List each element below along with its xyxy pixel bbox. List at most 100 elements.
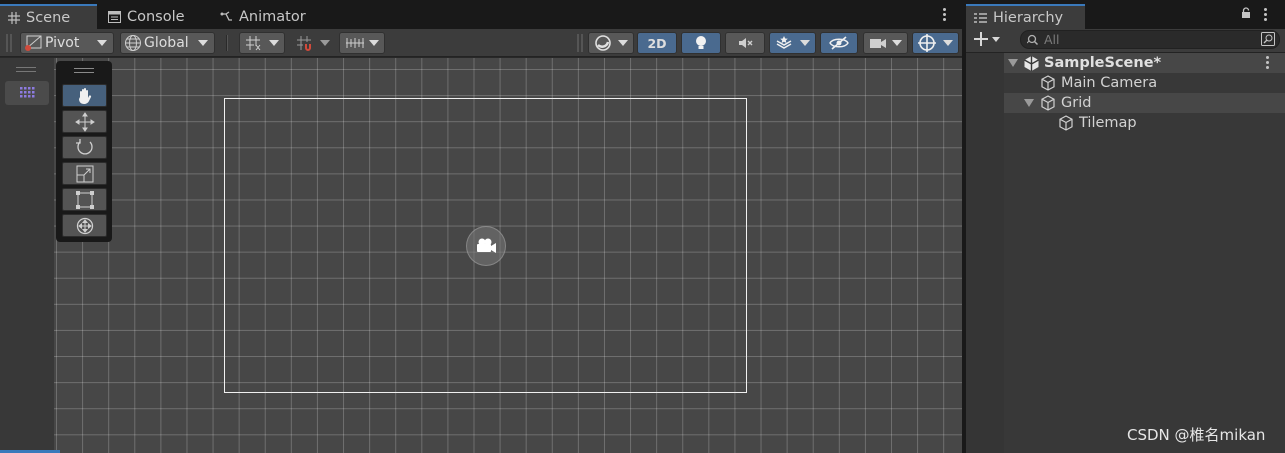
tools-overlay (56, 61, 112, 242)
tab-hierarchy-label: Hierarchy (993, 9, 1064, 26)
chevron-down-icon (800, 40, 810, 46)
video-camera-icon (870, 39, 886, 48)
lighting-toggle[interactable] (681, 32, 721, 54)
chevron-down-icon (618, 40, 628, 46)
hierarchy-item-label: SampleScene* (1044, 55, 1162, 71)
hand-icon (78, 87, 91, 104)
expand-arrow-icon[interactable] (1024, 99, 1034, 107)
grid-icon (8, 11, 20, 24)
chevron-down-icon (369, 40, 379, 46)
hierarchy-menu-icon[interactable] (1264, 8, 1268, 21)
watermark-text: CSDN @椎名mikan (1127, 426, 1266, 444)
toolbar-separator (226, 35, 228, 51)
overlay-sidebar (0, 58, 54, 453)
hierarchy-list-icon (974, 12, 987, 23)
plus-icon (974, 32, 988, 46)
chevron-down-icon (992, 36, 1000, 42)
hierarchy-toolbar: All (966, 29, 1285, 53)
shading-sphere-icon (595, 35, 611, 51)
rect-tool-button[interactable] (62, 188, 107, 211)
hierarchy-gutter (966, 53, 1004, 453)
pivot-label: Pivot (45, 35, 80, 51)
globe-icon (125, 35, 141, 51)
grid-snap-dropdown[interactable] (239, 32, 285, 54)
increment-snap-dropdown[interactable] (290, 32, 336, 54)
hierarchy-item-label: Tilemap (1079, 115, 1137, 131)
tab-scene-label: Scene (26, 9, 71, 26)
tab-console-label: Console (127, 8, 185, 25)
tab-console[interactable]: Console (100, 4, 208, 29)
drag-handle-icon[interactable] (16, 67, 36, 72)
animator-icon (220, 10, 232, 21)
move-tool-button[interactable] (62, 110, 107, 133)
tab-animator-label: Animator (239, 8, 306, 25)
scene-viewport[interactable] (54, 58, 962, 453)
toolbar-grip (6, 34, 12, 52)
grid-snap-icon (246, 36, 261, 51)
global-dropdown[interactable]: Global (120, 32, 215, 54)
pivot-dropdown[interactable]: Pivot (20, 32, 114, 54)
search-icon (1027, 34, 1039, 45)
hierarchy-item-tilemap[interactable]: Tilemap (1004, 113, 1285, 133)
hierarchy-item-label: Main Camera (1061, 75, 1158, 91)
magnet-grid-icon (297, 36, 311, 51)
transform-icon (76, 217, 93, 234)
camera-settings-dropdown[interactable] (863, 32, 908, 54)
hidden-objects-toggle[interactable] (820, 32, 858, 54)
tab-scene[interactable]: Scene (0, 4, 97, 29)
rotate-icon (75, 138, 93, 154)
camera-gizmo-icon[interactable] (466, 226, 506, 266)
hierarchy-tab-bar: Hierarchy (966, 0, 1285, 29)
gizmos-icon (918, 34, 936, 52)
pivot-icon (25, 35, 42, 51)
2d-mode-label: 2D (647, 35, 667, 51)
chevron-down-icon (198, 40, 208, 46)
lightbulb-icon (696, 36, 706, 49)
hierarchy-item-grid[interactable]: Grid (1004, 93, 1285, 113)
gameobject-cube-icon (1041, 75, 1055, 91)
rotate-tool-button[interactable] (62, 136, 107, 159)
ruler-icon (346, 38, 364, 48)
drag-handle-icon[interactable] (74, 68, 94, 73)
gizmos-dropdown[interactable] (912, 32, 959, 54)
scene-tab-bar: Scene Console Animator (0, 0, 962, 29)
tab-animator[interactable]: Animator (212, 4, 332, 29)
ruler-dropdown[interactable] (339, 32, 385, 54)
lock-icon[interactable] (1241, 7, 1251, 23)
move-arrows-icon (74, 111, 95, 132)
scene-menu-icon[interactable] (1266, 56, 1270, 69)
tab-hierarchy[interactable]: Hierarchy (966, 4, 1085, 29)
chevron-down-icon (943, 40, 953, 46)
audio-toggle[interactable] (725, 32, 765, 54)
expand-arrow-icon[interactable] (1008, 59, 1018, 67)
transform-tool-button[interactable] (62, 214, 107, 237)
chevron-down-icon (97, 40, 107, 46)
hierarchy-panel: Hierarchy All SampleScene* Main Camera G… (966, 0, 1285, 453)
hierarchy-search-input[interactable]: All (1020, 30, 1280, 49)
2d-mode-toggle[interactable]: 2D (637, 32, 677, 54)
search-by-type-icon[interactable] (1261, 32, 1275, 50)
audio-muted-icon (739, 38, 753, 48)
rect-transform-icon (75, 190, 94, 209)
tile-palette-overlay-button[interactable] (5, 81, 49, 105)
scene-panel: Scene Console Animator Pivot Global 2D (0, 0, 962, 453)
scale-tool-button[interactable] (62, 162, 107, 185)
global-label: Global (144, 35, 189, 51)
hierarchy-item-main-camera[interactable]: Main Camera (1004, 73, 1285, 93)
tile-grid-icon (20, 87, 35, 98)
scene-panel-menu-icon[interactable] (943, 8, 947, 21)
hand-tool-button[interactable] (62, 84, 107, 107)
search-placeholder: All (1044, 32, 1060, 47)
create-dropdown[interactable] (974, 32, 1000, 46)
draw-mode-dropdown[interactable] (588, 32, 634, 54)
chevron-down-icon (269, 40, 279, 46)
hierarchy-item-label: Grid (1061, 95, 1092, 111)
hierarchy-item-scene[interactable]: SampleScene* (1004, 53, 1285, 73)
console-icon (108, 10, 121, 23)
effects-dropdown[interactable] (769, 32, 816, 54)
gameobject-cube-icon (1041, 95, 1055, 111)
eye-hidden-icon (829, 36, 849, 50)
chevron-down-icon (320, 40, 330, 46)
toolbar-grip (577, 34, 583, 52)
chevron-down-icon (892, 40, 902, 46)
